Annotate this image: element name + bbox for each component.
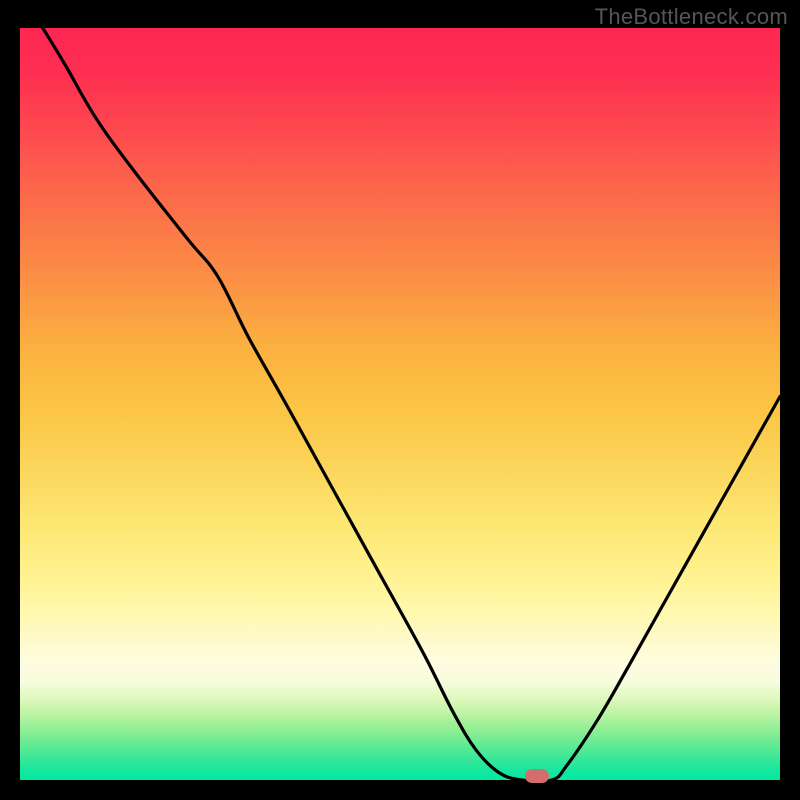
plot-area <box>20 28 780 780</box>
watermark-label: TheBottleneck.com <box>595 4 788 30</box>
curve-line <box>20 28 780 780</box>
optimum-marker-icon <box>525 769 549 783</box>
chart-container: TheBottleneck.com <box>0 0 800 800</box>
